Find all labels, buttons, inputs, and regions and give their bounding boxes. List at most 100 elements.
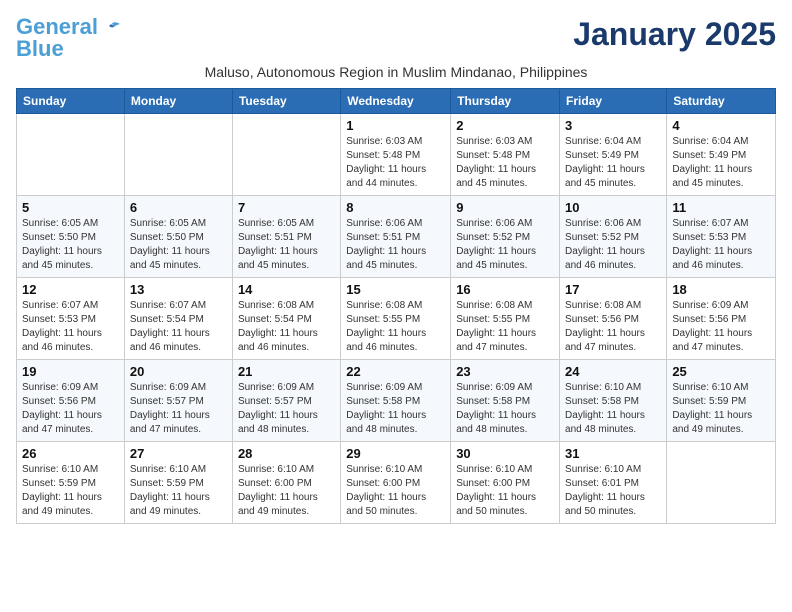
- calendar-cell: [232, 114, 340, 196]
- day-number: 28: [238, 446, 335, 461]
- calendar-subtitle: Maluso, Autonomous Region in Muslim Mind…: [16, 64, 776, 80]
- calendar-cell: 24 Sunrise: 6:10 AM Sunset: 5:58 PM Dayli…: [560, 360, 667, 442]
- weekday-header-saturday: Saturday: [667, 89, 776, 114]
- day-info: Sunrise: 6:07 AM Sunset: 5:54 PM Dayligh…: [130, 299, 227, 355]
- weekday-header-row: SundayMondayTuesdayWednesdayThursdayFrid…: [17, 89, 776, 114]
- calendar-cell: 31Sunrise: 6:10 AM Sunset: 6:01 PM Dayli…: [560, 442, 667, 524]
- day-info: Sunrise: 6:09 AM Sunset: 5:56 PM Dayligh…: [672, 299, 770, 355]
- calendar-week-row: 19 Sunrise: 6:09 AM Sunset: 5:56 PM Dayli…: [17, 360, 776, 442]
- day-info: Sunrise: 6:10 AM Sunset: 5:59 PM Dayligh…: [130, 463, 227, 519]
- day-info: Sunrise: 6:04 AM Sunset: 5:49 PM Dayligh…: [565, 135, 661, 191]
- day-info: Sunrise: 6:08 AM Sunset: 5:56 PM Dayligh…: [565, 299, 661, 355]
- day-info: Sunrise: 6:09 AM Sunset: 5:57 PM Dayligh…: [130, 381, 227, 437]
- calendar-cell: [17, 114, 125, 196]
- day-info: Sunrise: 6:05 AM Sunset: 5:50 PM Dayligh…: [130, 217, 227, 273]
- day-number: 4: [672, 118, 770, 133]
- day-info: Sunrise: 6:08 AM Sunset: 5:54 PM Dayligh…: [238, 299, 335, 355]
- day-number: 31: [565, 446, 661, 461]
- month-title: January 2025: [573, 16, 776, 53]
- day-number: 8: [346, 200, 445, 215]
- day-number: 24: [565, 364, 661, 379]
- day-info: Sunrise: 6:10 AM Sunset: 5:58 PM Dayligh…: [565, 381, 661, 437]
- day-number: 12: [22, 282, 119, 297]
- day-info: Sunrise: 6:06 AM Sunset: 5:51 PM Dayligh…: [346, 217, 445, 273]
- weekday-header-sunday: Sunday: [17, 89, 125, 114]
- logo: General Blue: [16, 16, 122, 60]
- calendar-cell: 4 Sunrise: 6:04 AM Sunset: 5:49 PM Daylig…: [667, 114, 776, 196]
- day-number: 18: [672, 282, 770, 297]
- weekday-header-wednesday: Wednesday: [341, 89, 451, 114]
- day-number: 5: [22, 200, 119, 215]
- calendar-cell: 8 Sunrise: 6:06 AM Sunset: 5:51 PM Daylig…: [341, 196, 451, 278]
- calendar-table: SundayMondayTuesdayWednesdayThursdayFrid…: [16, 88, 776, 524]
- day-number: 1: [346, 118, 445, 133]
- calendar-cell: [124, 114, 232, 196]
- calendar-cell: 3 Sunrise: 6:04 AM Sunset: 5:49 PM Daylig…: [560, 114, 667, 196]
- day-number: 3: [565, 118, 661, 133]
- logo-bird-icon: [102, 19, 122, 39]
- day-info: Sunrise: 6:03 AM Sunset: 5:48 PM Dayligh…: [346, 135, 445, 191]
- day-info: Sunrise: 6:08 AM Sunset: 5:55 PM Dayligh…: [346, 299, 445, 355]
- calendar-cell: 9 Sunrise: 6:06 AM Sunset: 5:52 PM Daylig…: [451, 196, 560, 278]
- calendar-cell: 2Sunrise: 6:03 AM Sunset: 5:48 PM Daylig…: [451, 114, 560, 196]
- calendar-cell: 29Sunrise: 6:10 AM Sunset: 6:00 PM Dayli…: [341, 442, 451, 524]
- calendar-cell: 22 Sunrise: 6:09 AM Sunset: 5:58 PM Dayli…: [341, 360, 451, 442]
- calendar-cell: 20 Sunrise: 6:09 AM Sunset: 5:57 PM Dayli…: [124, 360, 232, 442]
- calendar-week-row: 1 Sunrise: 6:03 AM Sunset: 5:48 PM Daylig…: [17, 114, 776, 196]
- day-info: Sunrise: 6:06 AM Sunset: 5:52 PM Dayligh…: [456, 217, 554, 273]
- day-info: Sunrise: 6:09 AM Sunset: 5:58 PM Dayligh…: [456, 381, 554, 437]
- day-number: 11: [672, 200, 770, 215]
- day-number: 23: [456, 364, 554, 379]
- calendar-cell: 14 Sunrise: 6:08 AM Sunset: 5:54 PM Dayli…: [232, 278, 340, 360]
- calendar-cell: 21Sunrise: 6:09 AM Sunset: 5:57 PM Dayli…: [232, 360, 340, 442]
- calendar-cell: 11Sunrise: 6:07 AM Sunset: 5:53 PM Dayli…: [667, 196, 776, 278]
- day-number: 22: [346, 364, 445, 379]
- day-info: Sunrise: 6:10 AM Sunset: 6:00 PM Dayligh…: [456, 463, 554, 519]
- weekday-header-friday: Friday: [560, 89, 667, 114]
- calendar-cell: 25 Sunrise: 6:10 AM Sunset: 5:59 PM Dayli…: [667, 360, 776, 442]
- day-info: Sunrise: 6:08 AM Sunset: 5:55 PM Dayligh…: [456, 299, 554, 355]
- calendar-cell: 6Sunrise: 6:05 AM Sunset: 5:50 PM Daylig…: [124, 196, 232, 278]
- calendar-cell: 12 Sunrise: 6:07 AM Sunset: 5:53 PM Dayli…: [17, 278, 125, 360]
- logo-text: General Blue: [16, 16, 98, 60]
- day-number: 14: [238, 282, 335, 297]
- day-info: Sunrise: 6:05 AM Sunset: 5:50 PM Dayligh…: [22, 217, 119, 273]
- day-info: Sunrise: 6:10 AM Sunset: 6:00 PM Dayligh…: [346, 463, 445, 519]
- calendar-cell: 30 Sunrise: 6:10 AM Sunset: 6:00 PM Dayli…: [451, 442, 560, 524]
- calendar-cell: 18 Sunrise: 6:09 AM Sunset: 5:56 PM Dayli…: [667, 278, 776, 360]
- day-info: Sunrise: 6:06 AM Sunset: 5:52 PM Dayligh…: [565, 217, 661, 273]
- day-number: 30: [456, 446, 554, 461]
- calendar-week-row: 12 Sunrise: 6:07 AM Sunset: 5:53 PM Dayli…: [17, 278, 776, 360]
- calendar-cell: 17 Sunrise: 6:08 AM Sunset: 5:56 PM Dayli…: [560, 278, 667, 360]
- day-number: 20: [130, 364, 227, 379]
- calendar-cell: 7Sunrise: 6:05 AM Sunset: 5:51 PM Daylig…: [232, 196, 340, 278]
- calendar-cell: 5 Sunrise: 6:05 AM Sunset: 5:50 PM Daylig…: [17, 196, 125, 278]
- calendar-cell: 26 Sunrise: 6:10 AM Sunset: 5:59 PM Dayli…: [17, 442, 125, 524]
- weekday-header-thursday: Thursday: [451, 89, 560, 114]
- day-number: 26: [22, 446, 119, 461]
- calendar-cell: 10 Sunrise: 6:06 AM Sunset: 5:52 PM Dayli…: [560, 196, 667, 278]
- day-info: Sunrise: 6:07 AM Sunset: 5:53 PM Dayligh…: [22, 299, 119, 355]
- day-number: 13: [130, 282, 227, 297]
- calendar-cell: 1 Sunrise: 6:03 AM Sunset: 5:48 PM Daylig…: [341, 114, 451, 196]
- day-info: Sunrise: 6:10 AM Sunset: 5:59 PM Dayligh…: [672, 381, 770, 437]
- day-number: 10: [565, 200, 661, 215]
- weekday-header-tuesday: Tuesday: [232, 89, 340, 114]
- day-info: Sunrise: 6:09 AM Sunset: 5:56 PM Dayligh…: [22, 381, 119, 437]
- calendar-cell: 27 Sunrise: 6:10 AM Sunset: 5:59 PM Dayli…: [124, 442, 232, 524]
- day-number: 17: [565, 282, 661, 297]
- day-number: 27: [130, 446, 227, 461]
- day-info: Sunrise: 6:04 AM Sunset: 5:49 PM Dayligh…: [672, 135, 770, 191]
- day-number: 7: [238, 200, 335, 215]
- day-number: 9: [456, 200, 554, 215]
- day-number: 25: [672, 364, 770, 379]
- calendar-cell: 23 Sunrise: 6:09 AM Sunset: 5:58 PM Dayli…: [451, 360, 560, 442]
- day-number: 19: [22, 364, 119, 379]
- day-number: 2: [456, 118, 554, 133]
- day-info: Sunrise: 6:10 AM Sunset: 5:59 PM Dayligh…: [22, 463, 119, 519]
- calendar-cell: 16Sunrise: 6:08 AM Sunset: 5:55 PM Dayli…: [451, 278, 560, 360]
- calendar-cell: 28Sunrise: 6:10 AM Sunset: 6:00 PM Dayli…: [232, 442, 340, 524]
- weekday-header-monday: Monday: [124, 89, 232, 114]
- calendar-week-row: 26 Sunrise: 6:10 AM Sunset: 5:59 PM Dayli…: [17, 442, 776, 524]
- day-info: Sunrise: 6:09 AM Sunset: 5:58 PM Dayligh…: [346, 381, 445, 437]
